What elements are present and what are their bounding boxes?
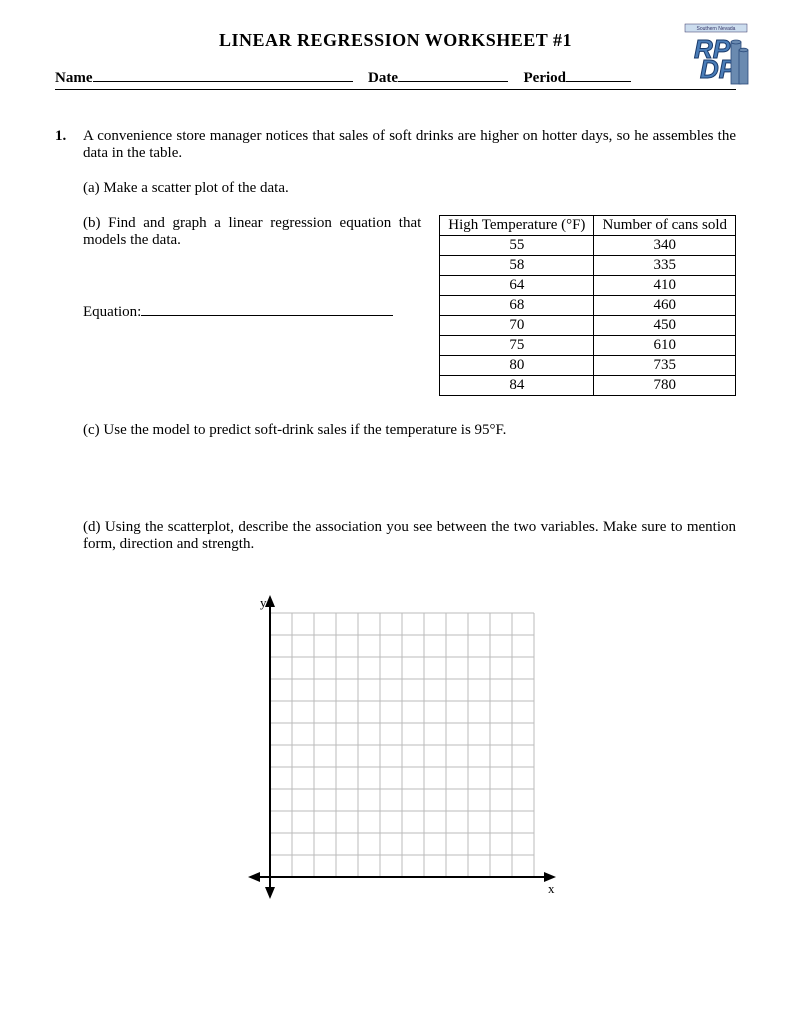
question-number: 1. [55,128,73,145]
rpdp-logo: Southern Nevada RP DP [681,22,751,92]
table-cell: 75 [440,336,594,356]
logo-top-text: Southern Nevada [697,26,736,32]
table-cell: 84 [440,376,594,396]
date-blank[interactable] [398,67,508,82]
table-cell: 460 [594,296,736,316]
data-table: High Temperature (°F) Number of cans sol… [439,215,736,396]
student-info-line: Name Date Period [55,67,736,90]
y-axis-arrow-icon [265,595,275,607]
table-row: 80735 [440,356,736,376]
table-cell: 450 [594,316,736,336]
table-row: 75610 [440,336,736,356]
table-cell: 64 [440,276,594,296]
table-row: 64410 [440,276,736,296]
table-cell: 780 [594,376,736,396]
table-cell: 340 [594,236,736,256]
coordinate-grid: y x [230,593,590,913]
table-header-temp: High Temperature (°F) [440,216,594,236]
table-cell: 55 [440,236,594,256]
table-cell: 410 [594,276,736,296]
page-title: LINEAR REGRESSION WORKSHEET #1 [55,30,736,51]
part-a: (a) Make a scatter plot of the data. [83,180,736,197]
period-blank[interactable] [566,67,631,82]
equation-blank[interactable] [141,301,393,316]
part-b: (b) Find and graph a linear regression e… [83,215,421,249]
table-cell: 80 [440,356,594,376]
x-axis-label: x [548,881,555,896]
table-header-cans: Number of cans sold [594,216,736,236]
question-1: 1. A convenience store manager notices t… [55,128,736,913]
table-cell: 610 [594,336,736,356]
question-intro: A convenience store manager notices that… [83,128,736,162]
part-c: (c) Use the model to predict soft-drink … [83,422,736,439]
period-label: Period [524,70,567,87]
table-row: 58335 [440,256,736,276]
name-blank[interactable] [93,67,353,82]
table-cell: 70 [440,316,594,336]
table-cell: 68 [440,296,594,316]
table-row: 84780 [440,376,736,396]
part-d: (d) Using the scatterplot, describe the … [83,519,736,553]
table-cell: 335 [594,256,736,276]
y-axis-label: y [260,595,267,610]
equation-line: Equation: [83,301,421,321]
table-row: 70450 [440,316,736,336]
table-row: 55340 [440,236,736,256]
worksheet-body: 1. A convenience store manager notices t… [55,128,736,913]
y-axis-arrow-down-icon [265,887,275,899]
name-label: Name [55,70,93,87]
equation-label: Equation: [83,304,141,320]
table-cell: 735 [594,356,736,376]
x-axis-arrow-left-icon [248,872,260,882]
worksheet-header: LINEAR REGRESSION WORKSHEET #1 Name Date… [55,30,736,90]
table-row: 68460 [440,296,736,316]
date-label: Date [368,70,398,87]
blank-grid-chart: y x [83,593,736,913]
table-cell: 58 [440,256,594,276]
